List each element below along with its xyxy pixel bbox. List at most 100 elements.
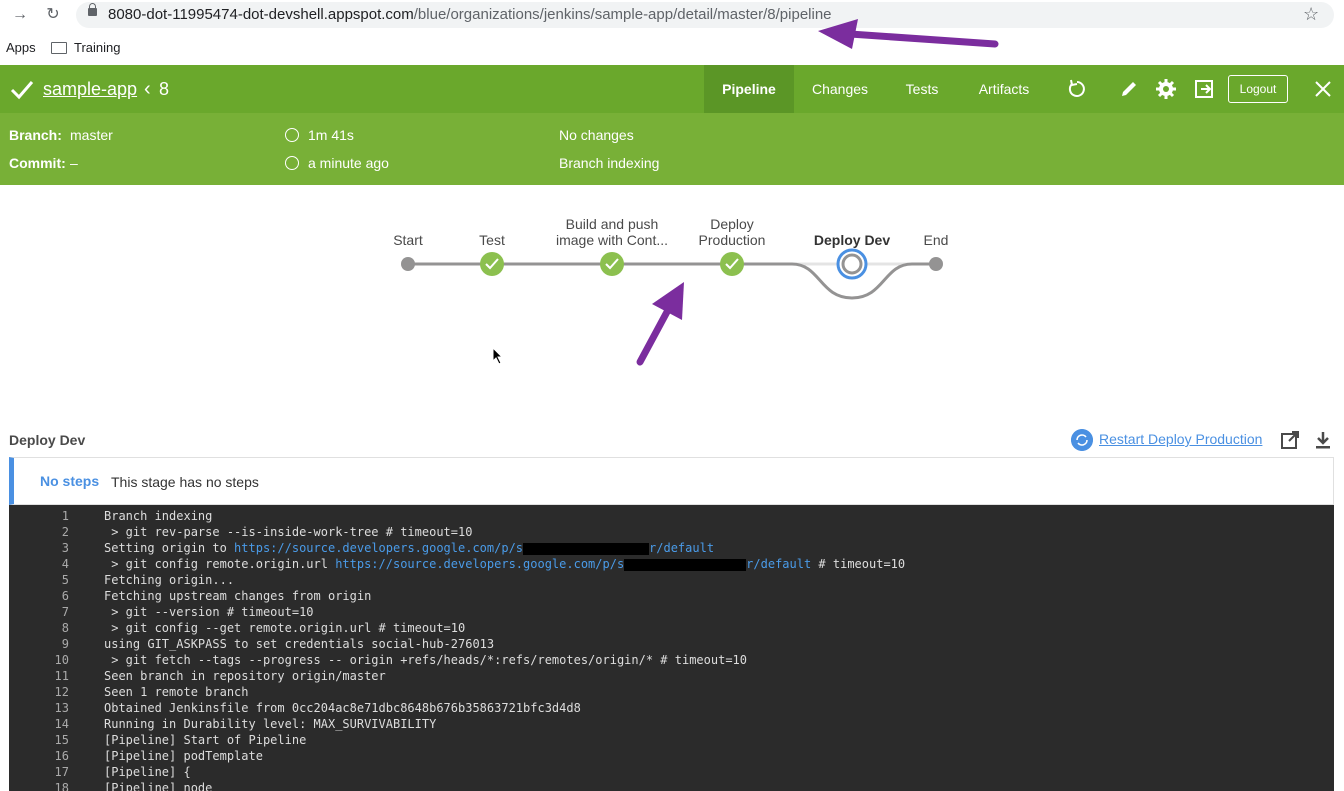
- pipeline-graph: Start Test Build and push image with Cont…: [0, 185, 1344, 415]
- exit-classic-icon[interactable]: [1193, 78, 1215, 100]
- log-line: 7 > git --version # timeout=10: [9, 605, 1334, 621]
- log-line-number: 16: [54, 749, 69, 763]
- log-line: 10 > git fetch --tags --progress -- orig…: [9, 653, 1334, 669]
- log-line-text: Obtained Jenkinsfile from 0cc204ac8e71db…: [104, 701, 581, 715]
- log-line: 12 Seen 1 remote branch: [9, 685, 1334, 701]
- log-line-text: Running in Durability level: MAX_SURVIVA…: [104, 717, 437, 731]
- commit-value: –: [70, 155, 78, 171]
- log-url-link-tail[interactable]: r/default: [649, 541, 714, 555]
- no-steps-label: No steps: [40, 473, 100, 489]
- pipeline-connectors: [401, 248, 943, 300]
- restart-stage-link[interactable]: Restart Deploy Production: [1099, 431, 1262, 447]
- log-line-number: 10: [54, 653, 69, 667]
- branch-value: master: [70, 127, 113, 143]
- log-line-number: 1: [61, 509, 69, 523]
- run-number: 8: [159, 79, 170, 99]
- redaction-bar: [624, 558, 747, 571]
- stage-node-deploy-dev[interactable]: [836, 248, 868, 280]
- restart-icon[interactable]: [1071, 429, 1093, 451]
- run-summary: Branch: master Commit: – 1m 41s a minute…: [0, 113, 1344, 185]
- folder-icon: [51, 42, 67, 54]
- url-host: 8080-dot-11995474-dot-devshell.appspot.c…: [108, 6, 414, 23]
- mouse-cursor-icon: [492, 347, 504, 365]
- changes-summary: No changes: [559, 127, 634, 143]
- gear-icon[interactable]: [1155, 78, 1177, 100]
- run-header: sample-app ‹ 8 Pipeline Changes Tests Ar…: [0, 65, 1344, 113]
- log-line-number: 3: [61, 541, 69, 555]
- success-check-icon: [10, 81, 34, 100]
- log-line: 2 > git rev-parse --is-inside-work-tree …: [9, 525, 1334, 541]
- tab-artifacts[interactable]: Artifacts: [964, 65, 1044, 113]
- bookmarks-bar: Apps Training: [0, 36, 1344, 60]
- tab-changes[interactable]: Changes: [800, 65, 880, 113]
- browser-toolbar: → ↻ 8080-dot-11995474-dot-devshell.appsp…: [0, 0, 1344, 30]
- no-steps-banner: No steps This stage has no steps: [9, 457, 1334, 505]
- log-line: 15 [Pipeline] Start of Pipeline: [9, 733, 1334, 749]
- log-line-text: Fetching origin...: [104, 573, 235, 587]
- start-node: [401, 257, 415, 271]
- close-icon[interactable]: [1312, 78, 1334, 100]
- end-node: [929, 257, 943, 271]
- url-text[interactable]: 8080-dot-11995474-dot-devshell.appspot.c…: [108, 6, 832, 23]
- branch-label: Branch:: [9, 127, 62, 143]
- log-line-text: Seen 1 remote branch: [104, 685, 249, 699]
- tab-pipeline[interactable]: Pipeline: [704, 65, 794, 113]
- log-line-text: [Pipeline] podTemplate: [104, 749, 263, 763]
- log-line: 11 Seen branch in repository origin/maste…: [9, 669, 1334, 685]
- log-line-number: 6: [61, 589, 69, 603]
- log-url-link[interactable]: https://source.developers.google.com/p/s: [234, 541, 523, 555]
- log-line: 9 using GIT_ASKPASS to set credentials so…: [9, 637, 1334, 653]
- url-path: /blue/organizations/jenkins/sample-app/d…: [413, 6, 832, 23]
- stage-node-deploy-production[interactable]: [720, 252, 744, 276]
- download-icon[interactable]: [1314, 430, 1332, 450]
- time-ago: a minute ago: [308, 155, 389, 171]
- tab-tests[interactable]: Tests: [892, 65, 952, 113]
- lock-icon[interactable]: [88, 3, 97, 16]
- forward-icon[interactable]: →: [10, 5, 30, 25]
- redaction-bar: [523, 542, 650, 555]
- log-line: 1 Branch indexing: [9, 509, 1334, 525]
- log-line-text: > git config --get remote.origin.url # t…: [104, 621, 466, 635]
- log-url-link[interactable]: https://source.developers.google.com/p/s: [335, 557, 624, 571]
- log-line-text: > git config remote.origin.url https://s…: [104, 557, 906, 571]
- bookmark-apps[interactable]: Apps: [6, 40, 36, 55]
- log-line-text: [Pipeline] Start of Pipeline: [104, 733, 307, 747]
- commit-label: Commit:: [9, 155, 66, 171]
- log-line-text: Seen branch in repository origin/master: [104, 669, 386, 683]
- selected-stage-title: Deploy Dev: [9, 432, 86, 448]
- logout-button[interactable]: Logout: [1228, 75, 1288, 103]
- log-line: 8 > git config --get remote.origin.url #…: [9, 621, 1334, 637]
- rerun-icon[interactable]: [1066, 78, 1088, 100]
- duration-value: 1m 41s: [308, 127, 354, 143]
- run-cause: Branch indexing: [559, 155, 660, 171]
- log-url-link-tail[interactable]: r/default: [746, 557, 811, 571]
- log-line-number: 12: [54, 685, 69, 699]
- log-line-number: 4: [61, 557, 69, 571]
- log-line-number: 15: [54, 733, 69, 747]
- log-line: 13 Obtained Jenkinsfile from 0cc204ac8e71…: [9, 701, 1334, 717]
- log-line-text: [Pipeline] node: [104, 781, 213, 791]
- stage-node-build-push[interactable]: [600, 252, 624, 276]
- log-line: 14 Running in Durability level: MAX_SURVI…: [9, 717, 1334, 733]
- clock-icon: [285, 156, 299, 170]
- log-line: 5 Fetching origin...: [9, 573, 1334, 589]
- log-line-number: 18: [54, 781, 69, 791]
- bookmark-training[interactable]: Training: [74, 40, 120, 55]
- reload-icon[interactable]: ↻: [43, 5, 63, 25]
- log-line-number: 13: [54, 701, 69, 715]
- log-line-number: 2: [61, 525, 69, 539]
- log-line-text: > git fetch --tags --progress -- origin …: [104, 653, 747, 667]
- console-log[interactable]: 1 Branch indexing 2 > git rev-parse --is-i…: [9, 505, 1334, 791]
- log-line: 18 [Pipeline] node: [9, 781, 1334, 791]
- log-line-number: 8: [61, 621, 69, 635]
- log-line-number: 11: [54, 669, 69, 683]
- log-line-text: Branch indexing: [104, 509, 213, 523]
- log-line: 3 Setting origin to https://source.develo…: [9, 541, 1334, 557]
- edit-pencil-icon[interactable]: [1118, 78, 1140, 100]
- stage-node-test[interactable]: [480, 252, 504, 276]
- open-external-icon[interactable]: [1280, 430, 1300, 450]
- log-line: 17 [Pipeline] {: [9, 765, 1334, 781]
- log-line-text: Fetching upstream changes from origin: [104, 589, 372, 603]
- app-name-link[interactable]: sample-app: [43, 79, 137, 100]
- bookmark-star-icon[interactable]: ☆: [1303, 4, 1319, 25]
